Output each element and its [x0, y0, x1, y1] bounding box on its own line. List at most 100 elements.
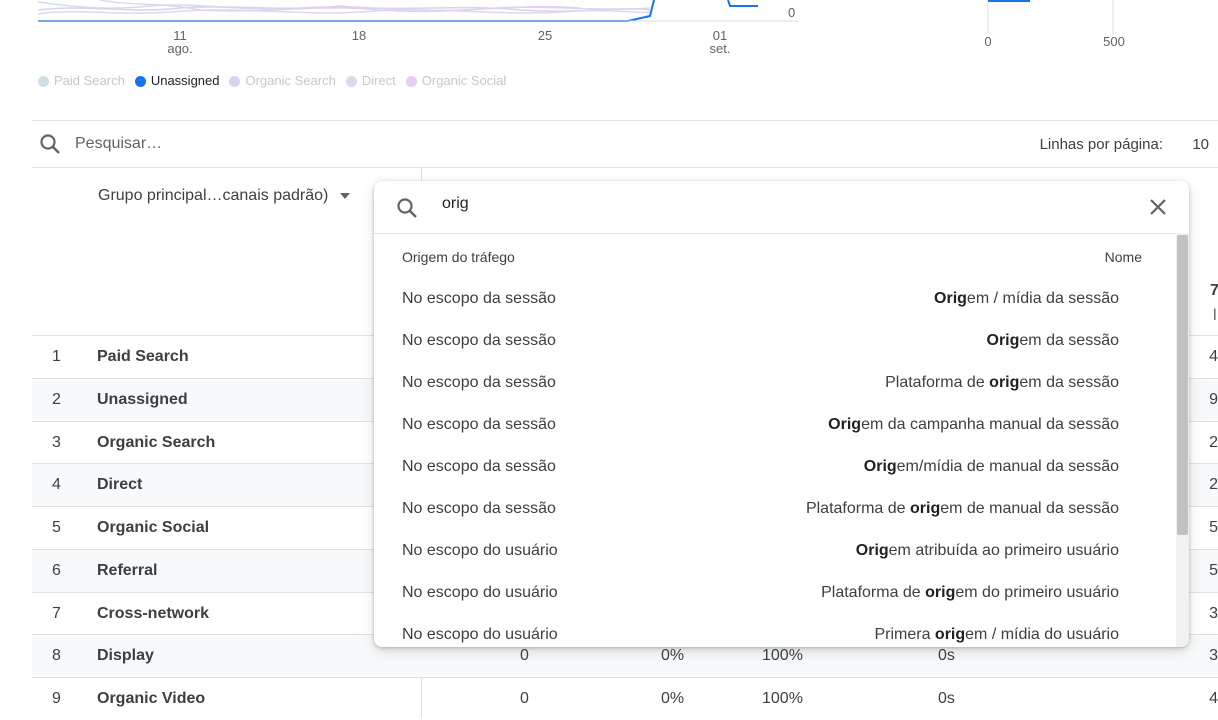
- rows-per-page-select[interactable]: 10: [1192, 136, 1209, 153]
- legend-dot-icon: [38, 75, 49, 87]
- cell-value: 0s: [938, 690, 955, 707]
- option-scope: No escopo do usuário: [402, 584, 558, 601]
- dropdown-option[interactable]: No escopo da sessão Origem/mídia de manu…: [374, 448, 1176, 490]
- row-number: 2: [52, 391, 61, 408]
- option-name-post: em atribuída ao primeiro usuário: [888, 542, 1119, 559]
- row-dimension-value[interactable]: Paid Search: [97, 348, 189, 366]
- cell-value: 0: [520, 647, 529, 664]
- x-tick-25: 25: [537, 28, 553, 43]
- x-tick-month: ago.: [167, 41, 193, 56]
- row-last-cell: 4: [1209, 348, 1218, 365]
- row-number: 5: [52, 519, 61, 536]
- option-scope: No escopo da sessão: [402, 458, 556, 475]
- row-dimension-value[interactable]: Organic Search: [97, 434, 215, 452]
- row-dimension-value[interactable]: Organic Social: [97, 519, 209, 537]
- option-name-post: em da campanha manual da sessão: [861, 416, 1119, 433]
- option-name-match: orig: [934, 626, 966, 643]
- legend-item-organic-social[interactable]: Organic Social: [405, 73, 506, 89]
- dropdown-option[interactable]: No escopo do usuário Plataforma de orige…: [374, 574, 1176, 616]
- option-name: Plataforma de origem do primeiro usuário: [821, 584, 1119, 602]
- legend-label: Direct: [361, 73, 396, 88]
- rows-per-page-label: Linhas por página:: [1039, 136, 1163, 153]
- cell-value: 0%: [661, 647, 685, 664]
- close-icon[interactable]: [1147, 196, 1169, 218]
- option-name-post: em / mídia do usuário: [965, 626, 1119, 643]
- option-name: Plataforma de origem da sessão: [885, 374, 1119, 392]
- row-number: 4: [52, 476, 61, 493]
- legend-item-unassigned[interactable]: Unassigned: [134, 73, 220, 89]
- row-last-cell: 3: [1209, 605, 1218, 622]
- option-name: Origem da campanha manual da sessão: [828, 416, 1119, 434]
- option-name-pre: Plataforma de: [821, 584, 926, 601]
- dropdown-option[interactable]: No escopo da sessão Origem da sessão: [374, 322, 1176, 364]
- option-name: Origem da sessão: [987, 332, 1120, 350]
- header-fragment: 7: [1210, 282, 1218, 299]
- legend-item-paid-search[interactable]: Paid Search: [38, 73, 125, 89]
- cell-value: 0s: [938, 647, 955, 664]
- dropdown-option[interactable]: No escopo do usuário Origem atribuída ao…: [374, 532, 1176, 574]
- dimension-search-input[interactable]: [442, 195, 1042, 213]
- legend-label: Paid Search: [54, 73, 125, 88]
- option-name: Origem atribuída ao primeiro usuário: [856, 542, 1119, 560]
- search-icon: [395, 196, 419, 225]
- dropdown-option[interactable]: No escopo da sessão Origem da campanha m…: [374, 406, 1176, 448]
- option-name-match: orig: [925, 584, 956, 601]
- dropdown-scrollbar-thumb[interactable]: [1177, 235, 1188, 535]
- option-scope: No escopo da sessão: [402, 374, 556, 391]
- row-number: 8: [52, 647, 61, 664]
- option-name-match: orig: [910, 500, 941, 517]
- option-name: Origem/mídia de manual da sessão: [864, 458, 1119, 476]
- column-header-name: Nome: [1104, 249, 1142, 265]
- cell-value: 100%: [762, 690, 803, 707]
- option-name: Origem / mídia da sessão: [934, 290, 1119, 308]
- legend-item-organic-search[interactable]: Organic Search: [229, 73, 336, 89]
- legend-item-direct[interactable]: Direct: [345, 73, 396, 89]
- legend-dot-icon: [134, 75, 146, 87]
- option-scope: No escopo da sessão: [402, 416, 556, 433]
- cell-value: 100%: [762, 647, 803, 664]
- option-scope: No escopo da sessão: [402, 290, 556, 307]
- row-dimension-value[interactable]: Organic Video: [97, 690, 205, 708]
- row-dimension-value[interactable]: Display: [97, 647, 154, 665]
- row-number: 6: [52, 562, 61, 579]
- dropdown-option[interactable]: No escopo da sessão Origem / mídia da se…: [374, 280, 1176, 322]
- dropdown-search-bar: [374, 181, 1189, 234]
- row-number: 7: [52, 605, 61, 622]
- legend-label: Organic Search: [245, 73, 336, 88]
- bar-fragment: [988, 0, 1030, 2]
- row-number: 1: [52, 348, 61, 365]
- option-name-post: em da sessão: [1019, 332, 1119, 349]
- search-input[interactable]: Pesquisar…: [75, 135, 162, 153]
- bar-x-tick-500: 500: [1103, 34, 1125, 49]
- option-name-post: em / mídia da sessão: [966, 290, 1119, 307]
- row-dimension-value[interactable]: Unassigned: [97, 391, 188, 409]
- legend-label: Unassigned: [150, 73, 220, 88]
- table-search-bar[interactable]: Pesquisar… Linhas por página: 10: [32, 121, 1218, 167]
- option-scope: No escopo da sessão: [402, 332, 556, 349]
- x-tick-month: set.: [709, 41, 731, 56]
- x-tick-18: 18: [351, 28, 367, 43]
- dropdown-option[interactable]: No escopo da sessão Plataforma de origem…: [374, 490, 1176, 532]
- row-last-cell: 3: [1209, 647, 1218, 664]
- dropdown-option[interactable]: No escopo da sessão Plataforma de origem…: [374, 364, 1176, 406]
- option-name-match: Orig: [855, 542, 889, 559]
- cell-value: 0%: [661, 690, 685, 707]
- option-scope: No escopo da sessão: [402, 500, 556, 517]
- row-dimension-value[interactable]: Referral: [97, 562, 157, 580]
- table-row[interactable]: 9 Organic Video 0 0% 100% 0s 4: [32, 677, 1218, 720]
- row-last-cell: 9: [1209, 391, 1218, 408]
- dimension-selector[interactable]: Grupo principal…canais padrão): [98, 187, 351, 205]
- chart-legend: Paid Search Unassigned Organic Search Di…: [38, 73, 506, 89]
- column-header-scope: Origem do tráfego: [402, 249, 515, 265]
- header-fragment: l: [1213, 307, 1217, 324]
- legend-dot-icon: [229, 75, 241, 87]
- caret-down-icon: [340, 193, 351, 199]
- row-dimension-value[interactable]: Direct: [97, 476, 142, 494]
- dropdown-option[interactable]: No escopo do usuário Primera origem / mí…: [374, 616, 1176, 647]
- option-name-match: orig: [989, 374, 1020, 391]
- row-dimension-value[interactable]: Cross-network: [97, 605, 209, 623]
- option-name-post: em da sessão: [1019, 374, 1119, 391]
- row-last-cell: 2: [1209, 476, 1218, 493]
- search-icon[interactable]: [38, 132, 62, 161]
- option-name-pre: Plataforma de: [805, 500, 910, 517]
